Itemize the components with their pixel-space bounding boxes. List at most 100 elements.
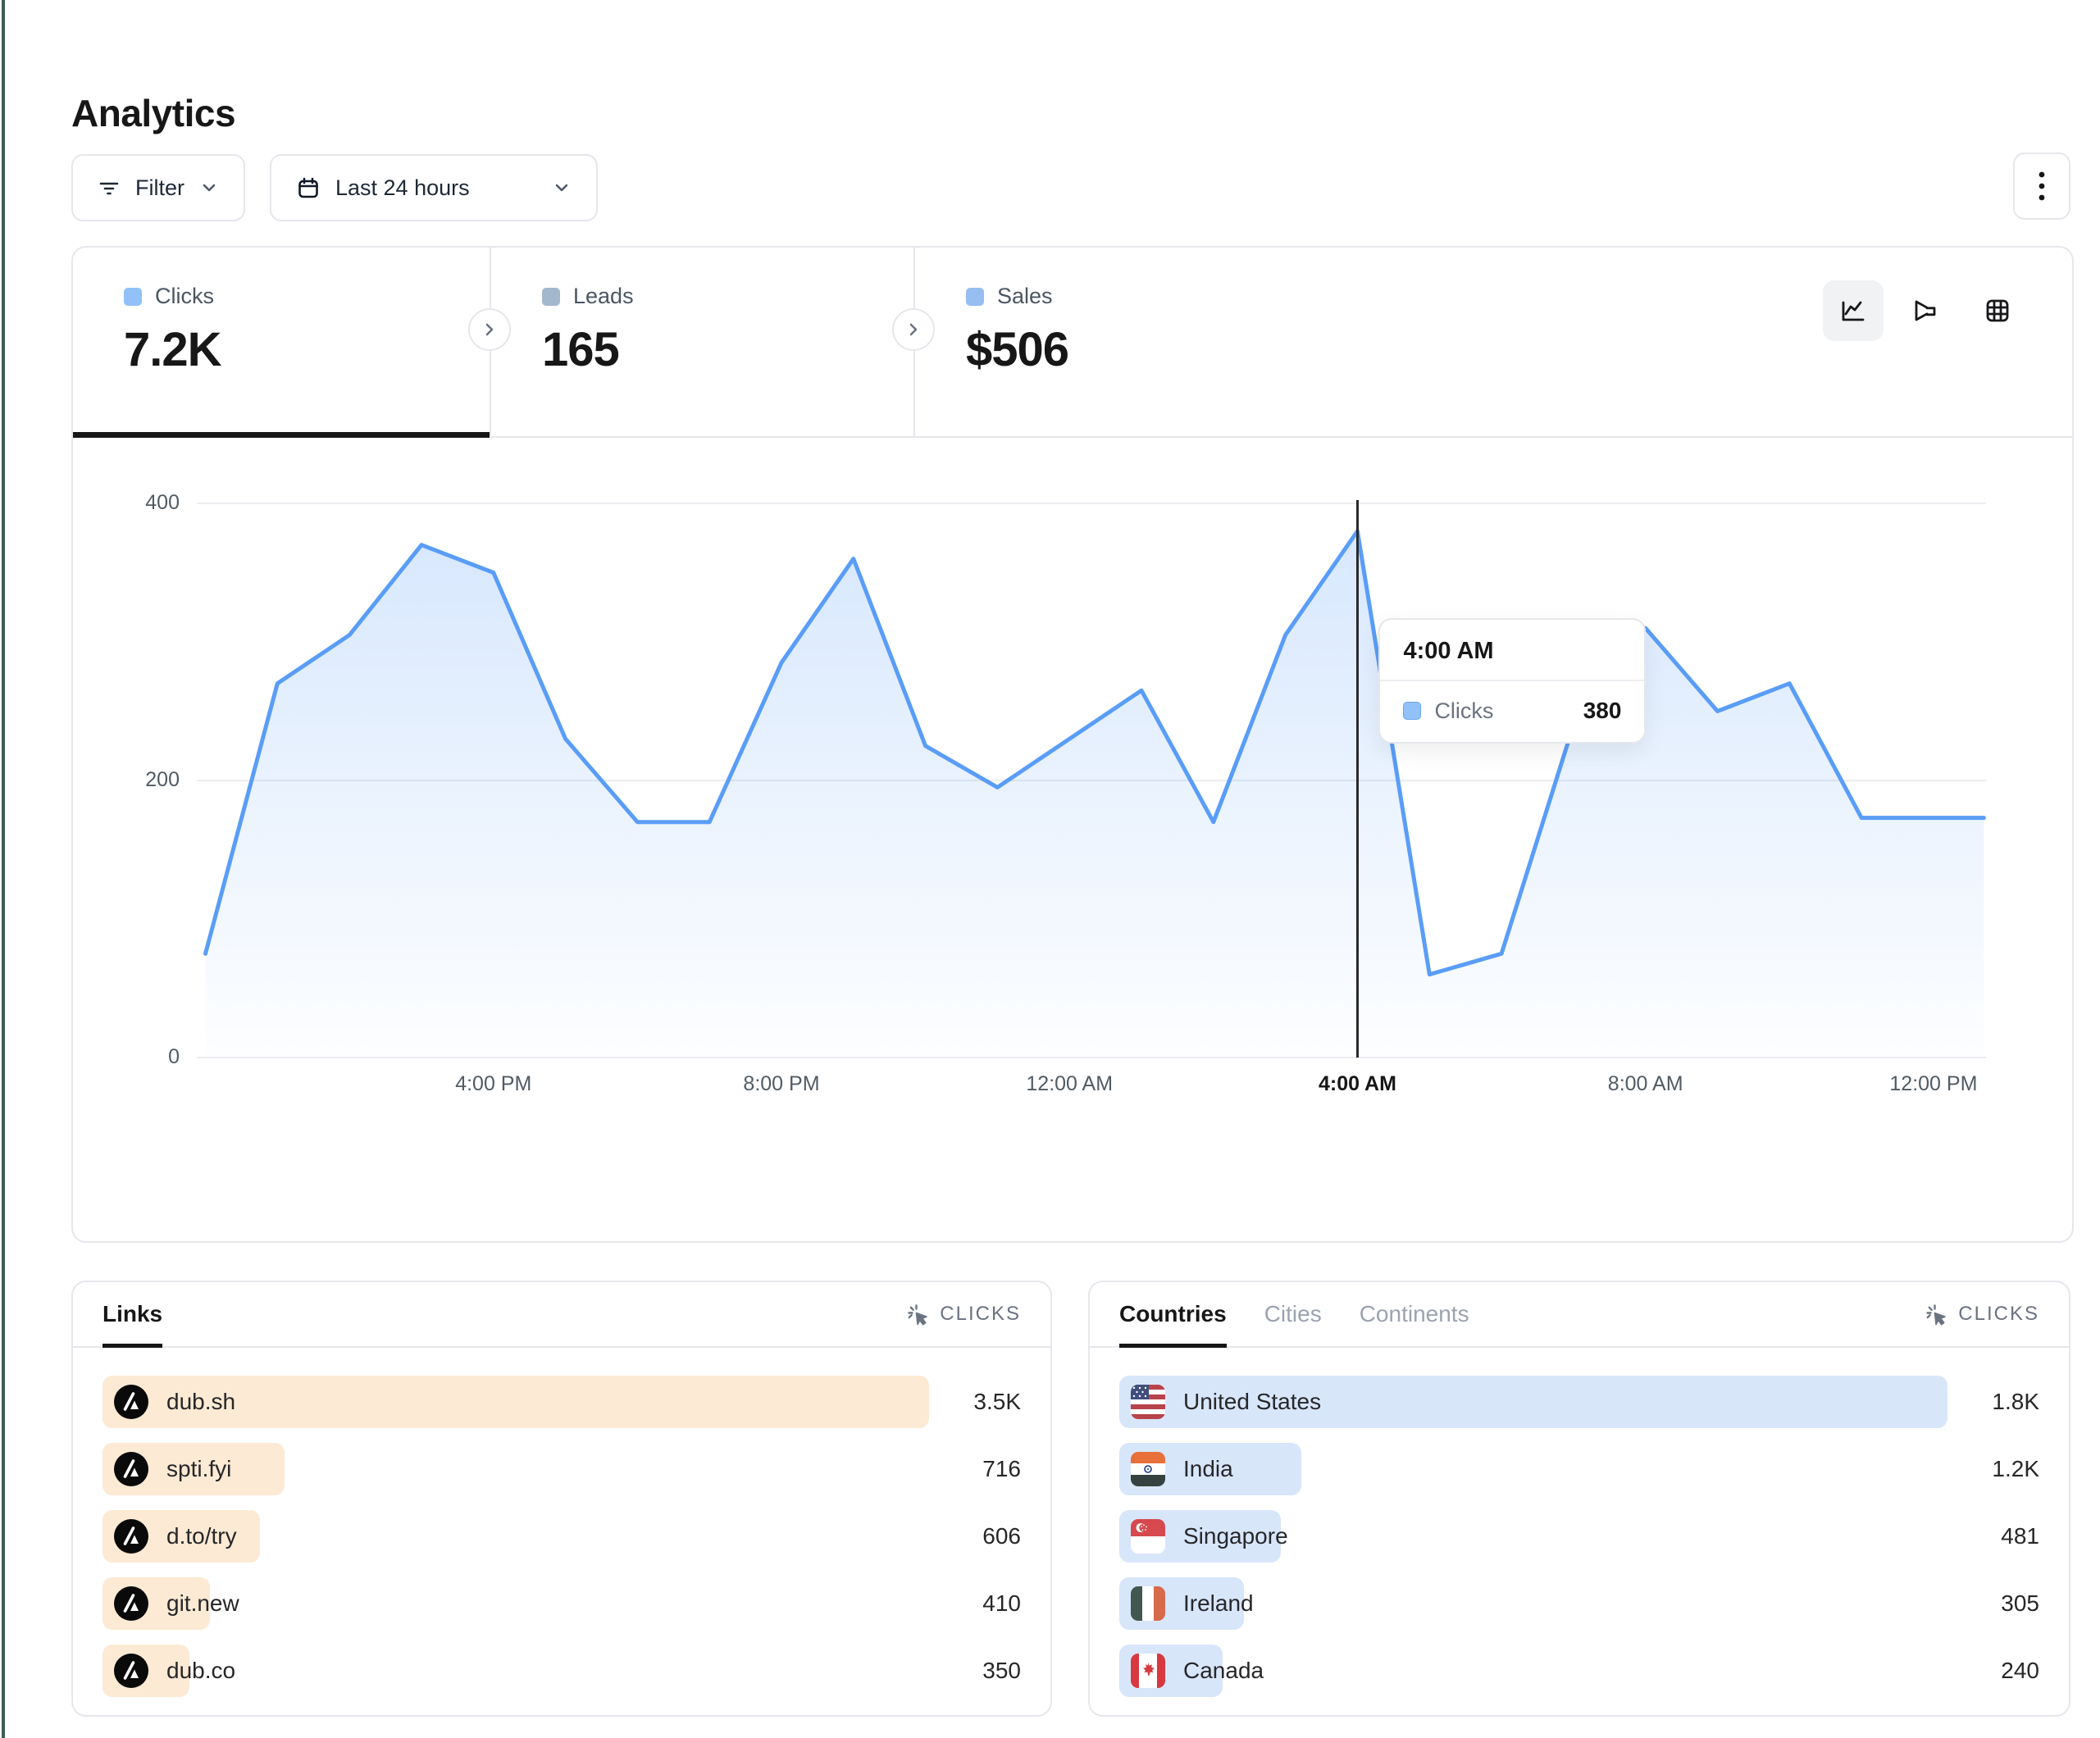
link-clicks-value: 350: [982, 1658, 1021, 1684]
leads-legend-square: [542, 288, 560, 306]
x-tick-label: 4:00 AM: [1319, 1072, 1396, 1096]
page-title: Analytics: [71, 91, 235, 135]
funnel-view-button[interactable]: [1895, 280, 1956, 341]
line-chart-icon: [1838, 295, 1869, 326]
link-label: git.new: [166, 1590, 239, 1617]
links-clicks-column-header[interactable]: CLICKS: [905, 1302, 1021, 1326]
link-row-spti-fyi[interactable]: spti.fyi 716: [102, 1443, 1021, 1495]
line-chart-view-button[interactable]: [1823, 280, 1884, 341]
clicks-metric-label: Clicks: [155, 284, 214, 309]
countries-panel: Countries Cities Continents CLICKS Unite…: [1088, 1281, 2070, 1717]
clicks-area-chart[interactable]: 4:00 AM Clicks 380: [197, 503, 1986, 1058]
country-label: Ireland: [1183, 1590, 1254, 1617]
funnel-icon: [1910, 295, 1941, 326]
date-range-button[interactable]: Last 24 hours: [270, 154, 598, 221]
table-icon: [1982, 295, 2013, 326]
kebab-icon: [2029, 168, 2054, 204]
y-tick-label: 200: [88, 768, 180, 792]
link-row-dub-sh[interactable]: dub.sh 3.5K: [102, 1376, 1021, 1428]
ireland-flag-icon: [1131, 1586, 1165, 1621]
country-clicks-value: 481: [2001, 1523, 2039, 1549]
metric-tab-sales[interactable]: Sales $506: [913, 248, 2072, 436]
clicks-header-label: CLICKS: [940, 1303, 1021, 1326]
metric-tab-clicks[interactable]: Clicks 7.2K: [73, 248, 490, 436]
table-view-button[interactable]: [1967, 280, 2028, 341]
country-row-canada[interactable]: Canada 240: [1119, 1645, 2039, 1697]
chevron-down-icon: [199, 178, 219, 198]
dub-logo-icon: [114, 1654, 148, 1688]
links-panel: Links CLICKS dub.sh 3.5K spti.fyi: [71, 1281, 1052, 1717]
country-clicks-value: 305: [2001, 1590, 2039, 1617]
link-label: d.to/try: [166, 1523, 237, 1549]
expand-leads-button[interactable]: [892, 308, 935, 351]
link-row-git-new[interactable]: git.new 410: [102, 1577, 1021, 1630]
clicks-legend-square: [124, 288, 142, 306]
x-axis-labels: 4:00 PM8:00 PM12:00 AM4:00 AM8:00 AM12:0…: [197, 1072, 1986, 1105]
controls-row: Filter Last 24 hours: [71, 154, 598, 221]
link-label: spti.fyi: [166, 1456, 231, 1482]
chevron-right-icon: [905, 321, 922, 339]
tooltip-value: 380: [1583, 698, 1622, 724]
expand-clicks-button[interactable]: [468, 308, 511, 351]
chart-tooltip: 4:00 AM Clicks 380: [1378, 618, 1646, 744]
date-range-label: Last 24 hours: [335, 175, 470, 201]
leads-metric-label: Leads: [573, 284, 634, 309]
link-clicks-value: 716: [982, 1456, 1021, 1482]
area-chart-canvas: [197, 503, 1986, 1058]
sales-legend-square: [966, 288, 984, 306]
chart-crosshair: [1356, 500, 1359, 1058]
metric-tab-leads[interactable]: Leads 165: [490, 248, 913, 436]
country-row-india[interactable]: India 1.2K: [1119, 1443, 2039, 1495]
country-row-united-states[interactable]: United States 1.8K: [1119, 1376, 2039, 1428]
filter-icon: [98, 176, 121, 199]
dub-logo-icon: [114, 1586, 148, 1621]
window-edge-strip: [2, 0, 5, 1738]
tooltip-series-label: Clicks: [1434, 698, 1493, 724]
tab-cities[interactable]: Cities: [1264, 1282, 1322, 1346]
link-label: dub.sh: [166, 1389, 235, 1415]
link-clicks-value: 606: [982, 1523, 1021, 1549]
cursor-click-icon: [905, 1302, 930, 1326]
x-tick-label: 8:00 AM: [1608, 1072, 1683, 1096]
clicks-header-label: CLICKS: [1958, 1303, 2039, 1326]
country-label: United States: [1183, 1389, 1321, 1415]
singapore-flag-icon: [1131, 1519, 1165, 1554]
chart-view-toolbar: [1823, 280, 2028, 341]
tab-continents[interactable]: Continents: [1360, 1282, 1469, 1346]
links-rows: dub.sh 3.5K spti.fyi 716 d.to/try 606: [73, 1348, 1050, 1697]
x-tick-label: 8:00 PM: [743, 1072, 819, 1096]
link-row-d-to-try[interactable]: d.to/try 606: [102, 1510, 1021, 1563]
metric-tabs: Clicks 7.2K Leads 165 Sales $506: [73, 248, 2072, 438]
y-axis-labels: 0200400: [88, 503, 180, 1058]
country-clicks-value: 1.2K: [1992, 1456, 2039, 1482]
links-panel-header: Links CLICKS: [73, 1282, 1050, 1348]
countries-rows: United States 1.8K India 1.2K Singapore …: [1090, 1348, 2069, 1697]
link-clicks-value: 3.5K: [973, 1389, 1021, 1415]
link-clicks-value: 410: [982, 1590, 1021, 1617]
filter-button-label: Filter: [135, 175, 184, 201]
dub-logo-icon: [114, 1519, 148, 1554]
country-row-singapore[interactable]: Singapore 481: [1119, 1510, 2039, 1563]
tooltip-time: 4:00 AM: [1380, 620, 1644, 681]
country-row-ireland[interactable]: Ireland 305: [1119, 1577, 2039, 1630]
more-menu-button[interactable]: [2013, 152, 2070, 220]
y-tick-label: 400: [88, 491, 180, 515]
x-tick-label: 12:00 AM: [1026, 1072, 1113, 1096]
tab-countries[interactable]: Countries: [1119, 1282, 1227, 1346]
sales-metric-label: Sales: [997, 284, 1053, 309]
india-flag-icon: [1131, 1452, 1165, 1486]
countries-clicks-column-header[interactable]: CLICKS: [1924, 1302, 2039, 1326]
us-flag-icon: [1131, 1385, 1165, 1419]
country-label: India: [1183, 1456, 1233, 1482]
country-clicks-value: 1.8K: [1992, 1389, 2039, 1415]
cursor-click-icon: [1924, 1302, 1948, 1326]
link-row-dub-co[interactable]: dub.co 350: [102, 1645, 1021, 1697]
clicks-legend-square: [1403, 702, 1421, 720]
link-label: dub.co: [166, 1658, 235, 1684]
tab-links[interactable]: Links: [102, 1282, 162, 1346]
country-label: Canada: [1183, 1658, 1264, 1684]
clicks-metric-value: 7.2K: [124, 322, 490, 377]
leads-metric-value: 165: [542, 322, 913, 377]
x-tick-label: 4:00 PM: [455, 1072, 531, 1096]
filter-button[interactable]: Filter: [71, 154, 245, 221]
